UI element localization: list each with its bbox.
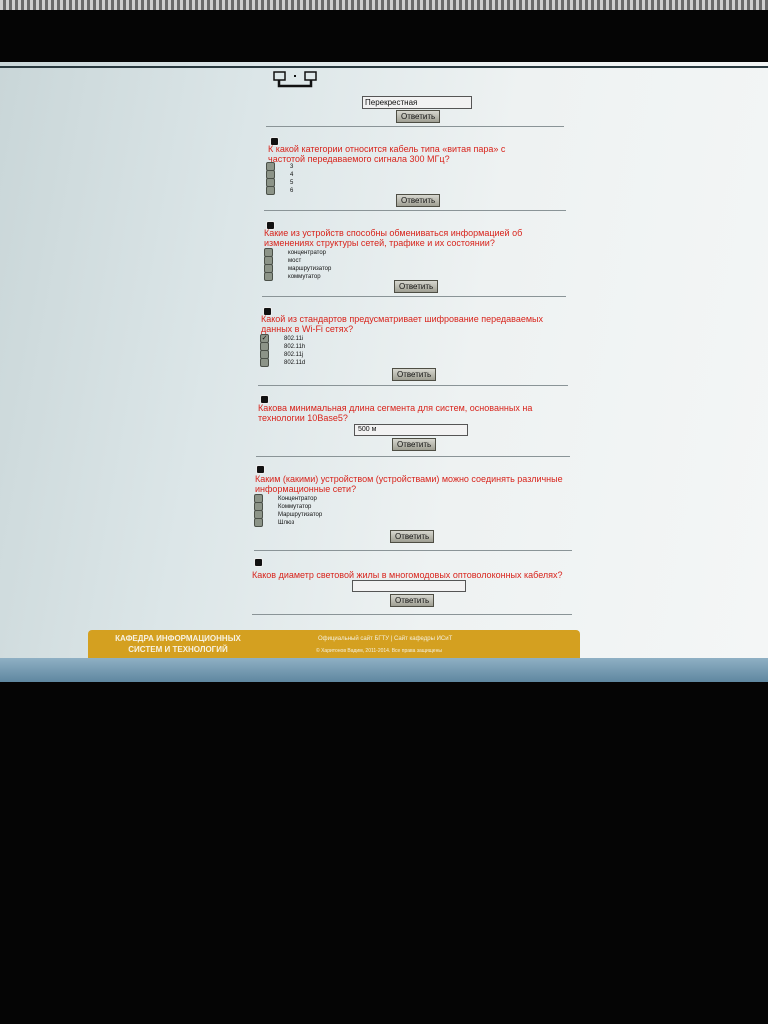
option-label: Концентратор	[278, 495, 317, 502]
option[interactable]: 802.11d	[260, 358, 305, 367]
checkbox[interactable]	[266, 186, 275, 195]
question-bullet-icon	[256, 465, 265, 474]
option-label: 6	[290, 187, 294, 194]
option-label: 802.11d	[284, 359, 306, 366]
question-text: Какие из устройств способны обмениваться…	[264, 228, 523, 248]
question-text: Каким (какими) устройством (устройствами…	[255, 474, 563, 494]
page-top-border	[0, 66, 768, 68]
divider	[262, 296, 566, 297]
monitor-screen: Перекрестная Ответить К какой категории …	[0, 62, 768, 682]
option-label: 802.11i	[284, 335, 304, 342]
divider	[256, 456, 570, 457]
divider	[264, 210, 566, 211]
checkbox[interactable]	[260, 358, 269, 367]
option[interactable]: 6	[266, 186, 293, 195]
question-bullet-icon	[254, 558, 263, 567]
answer-button[interactable]: Ответить	[390, 530, 435, 543]
question-text: Какова минимальная длина сегмента для си…	[258, 403, 533, 423]
copyright: © Харитонов Вадим, 2011-2014. Все права …	[316, 648, 442, 654]
option-label: 5	[290, 179, 294, 186]
checkbox[interactable]	[254, 518, 263, 527]
option-label: мост	[288, 257, 302, 264]
option[interactable]: Шлюз	[254, 518, 294, 527]
divider	[252, 614, 572, 615]
monitor-bezel-bottom	[0, 682, 768, 1024]
divider	[254, 550, 572, 551]
divider	[266, 126, 564, 127]
answer-input[interactable]	[352, 580, 466, 592]
answer-button[interactable]: Ответить	[392, 368, 437, 381]
option-label: маршрутизатор	[288, 265, 332, 272]
footer-links[interactable]: Официальный сайт БГТУ | Сайт кафедры ИСи…	[318, 636, 452, 642]
checkbox[interactable]	[264, 272, 273, 281]
option-label: Шлюз	[278, 519, 295, 526]
answer-button[interactable]: Ответить	[390, 594, 435, 607]
answer-input[interactable]: 500 м	[354, 424, 468, 436]
answer-button[interactable]: Ответить	[394, 280, 439, 293]
option-label: концентратор	[288, 249, 327, 256]
option-label: 802.11h	[284, 343, 306, 350]
answer-button[interactable]: Ответить	[396, 194, 441, 207]
option-label: Маршрутизатор	[278, 511, 323, 518]
divider	[258, 385, 568, 386]
option-label: 4	[290, 171, 294, 178]
taskbar	[0, 658, 768, 682]
search-input[interactable]: Перекрестная	[362, 96, 472, 109]
option-label: 3	[290, 163, 294, 170]
option-label: Коммутатор	[278, 503, 312, 510]
monitor-bezel-top	[0, 10, 768, 62]
search-answer-button[interactable]: Ответить	[396, 110, 441, 123]
option-label: коммутатор	[288, 273, 321, 280]
window-blinds	[0, 0, 768, 10]
answer-button[interactable]: Ответить	[392, 438, 437, 451]
question-text: К какой категории относится кабель типа …	[268, 144, 506, 164]
question-text: Каков диаметр световой жилы в многомодов…	[252, 570, 563, 580]
department-name: КАФЕДРА ИНФОРМАЦИОННЫХ СИСТЕМ И ТЕХНОЛОГ…	[115, 634, 241, 654]
option[interactable]: коммутатор	[264, 272, 321, 281]
network-logo-icon	[273, 71, 317, 88]
option-label: 802.11j	[284, 351, 304, 358]
question-text: Какой из стандартов предусматривает шифр…	[261, 314, 543, 334]
